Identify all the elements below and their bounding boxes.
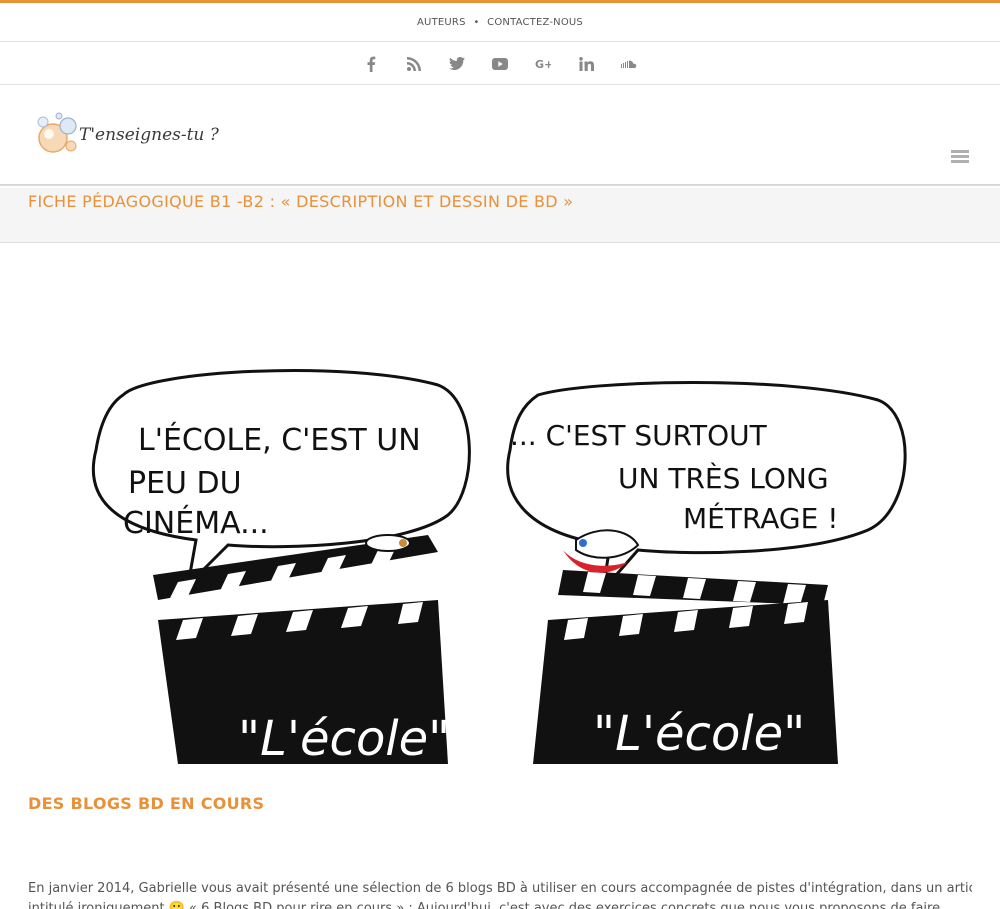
clapperboard-left-label: "L'école"	[238, 711, 450, 764]
nav-link-contact[interactable]: CONTACTEZ-NOUS	[487, 17, 583, 28]
facebook-icon[interactable]	[350, 43, 393, 85]
hamburger-menu-icon[interactable]	[951, 150, 969, 164]
linkedin-icon[interactable]	[565, 43, 608, 85]
site-header: T'enseignes-tu ?	[0, 86, 1000, 186]
nav-link-auteurs[interactable]: AUTEURS	[417, 17, 466, 28]
top-navigation: AUTEURS • CONTACTEZ-NOUS	[0, 3, 1000, 42]
clapperboard-right-label: "L'école"	[593, 706, 805, 762]
section-title: DES BLOGS BD EN COURS	[28, 794, 265, 813]
svg-text:G+: G+	[535, 58, 551, 70]
nav-separator: •	[474, 16, 479, 28]
bubble-right-line-3: MÉTRAGE !	[683, 501, 838, 535]
page-title: FICHE PÉDAGOGIQUE B1 -B2 : « DESCRIPTION…	[28, 192, 574, 211]
page-title-bar: FICHE PÉDAGOGIQUE B1 -B2 : « DESCRIPTION…	[0, 188, 1000, 243]
bubble-left-line-1: L'ÉCOLE, C'EST UN	[138, 422, 421, 458]
logo-text[interactable]: T'enseignes-tu ?	[79, 125, 219, 145]
rss-icon[interactable]	[393, 43, 436, 85]
twitter-icon[interactable]	[436, 43, 479, 85]
social-links-bar: G+	[0, 43, 1000, 85]
bubble-left-line-3: CINÉMA...	[123, 505, 269, 541]
clapperboard-right: "L'école"	[533, 529, 838, 764]
google-plus-icon[interactable]: G+	[522, 43, 565, 85]
bubble-right-line-1: ... C'EST SURTOUT	[510, 419, 768, 452]
article-paragraph-line-1: En janvier 2014, Gabrielle vous avait pr…	[28, 881, 972, 896]
youtube-icon[interactable]	[479, 43, 522, 85]
hero-comic-image: L'ÉCOLE, C'EST UN PEU DU CINÉMA... ... C…	[28, 300, 972, 764]
bubble-right-line-2: UN TRÈS LONG	[618, 461, 829, 495]
article-paragraph-line-2: intitulé ironiquement 🙂 « 6 Blogs BD pou…	[28, 901, 941, 909]
bubble-left-line-2: PEU DU	[128, 466, 242, 501]
clapperboard-left: "L'école"	[153, 534, 450, 764]
soundcloud-icon[interactable]	[608, 43, 651, 85]
